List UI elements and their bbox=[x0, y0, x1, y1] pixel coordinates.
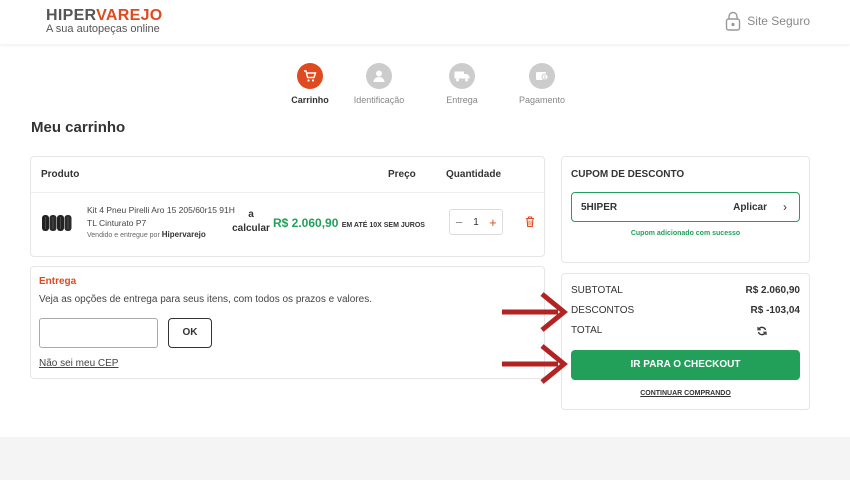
coupon-section: CUPOM DE DESCONTO 5HIPER Aplicar › Cupom… bbox=[561, 156, 810, 263]
calculate-shipping-button[interactable]: OK bbox=[168, 318, 212, 348]
logo-tagline: A sua autopeças online bbox=[46, 23, 160, 35]
refresh-icon bbox=[757, 326, 767, 336]
logo-text-hiper: HIPER bbox=[46, 7, 97, 24]
cart-table-header: Produto Preço Quantidade bbox=[31, 157, 544, 193]
payment-icon: $ bbox=[536, 72, 549, 81]
coupon-success-message: Cupom adicionado com sucesso bbox=[630, 230, 741, 237]
product-image[interactable] bbox=[41, 213, 73, 233]
subtotal-label: SUBTOTAL bbox=[571, 285, 623, 296]
price-value: R$ 2.060,90 bbox=[273, 216, 339, 230]
coupon-code: 5HIPER bbox=[581, 202, 618, 213]
subtotal-row: SUBTOTAL R$ 2.060,90 bbox=[571, 285, 800, 296]
discounts-value: R$ -103,04 bbox=[750, 305, 800, 316]
page-title: Meu carrinho bbox=[31, 119, 126, 136]
annotation-arrow-icon bbox=[502, 344, 568, 384]
unknown-cep-link[interactable]: Não sei meu CEP bbox=[39, 358, 118, 369]
step-label-payment: Pagamento bbox=[518, 95, 566, 105]
lock-icon bbox=[726, 11, 741, 31]
user-icon bbox=[373, 70, 385, 82]
step-label-delivery: Entrega bbox=[446, 95, 478, 105]
product-seller: Vendido e entregue por Hipervarejo bbox=[87, 230, 206, 239]
installments-note: EM ATÉ 10X SEM JUROS bbox=[341, 222, 425, 229]
coupon-field[interactable]: 5HIPER Aplicar › bbox=[571, 192, 800, 222]
discounts-row: DESCONTOS R$ -103,04 bbox=[571, 305, 800, 316]
step-label-identification: Identificação bbox=[353, 95, 405, 105]
secure-site-label: Site Seguro bbox=[747, 14, 810, 28]
column-header-quantity: Quantidade bbox=[446, 169, 502, 180]
cart-table: Produto Preço Quantidade Kit 4 Pneu Pire… bbox=[30, 156, 545, 257]
page: HIPERVAREJO A sua autopeças online Site … bbox=[0, 0, 850, 437]
secure-site-badge: Site Seguro bbox=[725, 11, 810, 31]
logo-text-varejo: VAREJO bbox=[96, 7, 163, 24]
shipping-description: Veja as opções de entrega para seus iten… bbox=[39, 294, 372, 305]
total-label: TOTAL bbox=[571, 325, 603, 336]
seller-name: Hipervarejo bbox=[161, 230, 206, 239]
quantity-value[interactable]: 1 bbox=[473, 217, 479, 228]
step-identification[interactable]: Identificação bbox=[334, 63, 424, 105]
checkout-steps: Carrinho Identificação Entrega $ Pagamen… bbox=[270, 63, 590, 113]
product-name[interactable]: Kit 4 Pneu Pirelli Aro 15 205/60r15 91H … bbox=[87, 204, 237, 230]
shipping-to-calculate: a calcular bbox=[232, 209, 270, 234]
logo[interactable]: HIPERVAREJO A sua autopeças online bbox=[46, 8, 163, 35]
shipping-section: Entrega Veja as opções de entrega para s… bbox=[30, 266, 545, 379]
order-summary: SUBTOTAL R$ 2.060,90 DESCONTOS R$ -103,0… bbox=[561, 273, 810, 410]
shipping-title: Entrega bbox=[39, 276, 77, 287]
cep-input[interactable] bbox=[39, 318, 158, 348]
decrease-quantity-button[interactable]: − bbox=[455, 215, 463, 230]
subtotal-value: R$ 2.060,90 bbox=[745, 285, 801, 296]
annotation-arrow-icon bbox=[502, 292, 568, 332]
discounts-label: DESCONTOS bbox=[571, 305, 635, 316]
column-header-price: Preço bbox=[388, 169, 416, 180]
total-row: TOTAL bbox=[571, 325, 800, 336]
svg-text:$: $ bbox=[543, 75, 546, 81]
chevron-right-icon[interactable]: › bbox=[783, 200, 787, 214]
apply-coupon-button[interactable]: Aplicar bbox=[733, 202, 767, 213]
step-payment[interactable]: $ Pagamento bbox=[497, 63, 587, 105]
truck-icon bbox=[454, 71, 470, 82]
step-delivery[interactable]: Entrega bbox=[417, 63, 507, 105]
continue-shopping-link[interactable]: CONTINUAR COMPRANDO bbox=[562, 390, 809, 397]
trash-icon[interactable] bbox=[525, 216, 535, 227]
product-price: R$ 2.060,90 EM ATÉ 10X SEM JUROS bbox=[273, 216, 425, 230]
increase-quantity-button[interactable]: + bbox=[489, 215, 497, 230]
header: HIPERVAREJO A sua autopeças online Site … bbox=[0, 0, 850, 44]
column-header-product: Produto bbox=[41, 169, 80, 180]
quantity-stepper: − 1 + bbox=[449, 209, 503, 235]
cart-icon bbox=[304, 70, 317, 82]
coupon-title: CUPOM DE DESCONTO bbox=[571, 169, 685, 180]
checkout-button[interactable]: IR PARA O CHECKOUT bbox=[571, 350, 800, 380]
